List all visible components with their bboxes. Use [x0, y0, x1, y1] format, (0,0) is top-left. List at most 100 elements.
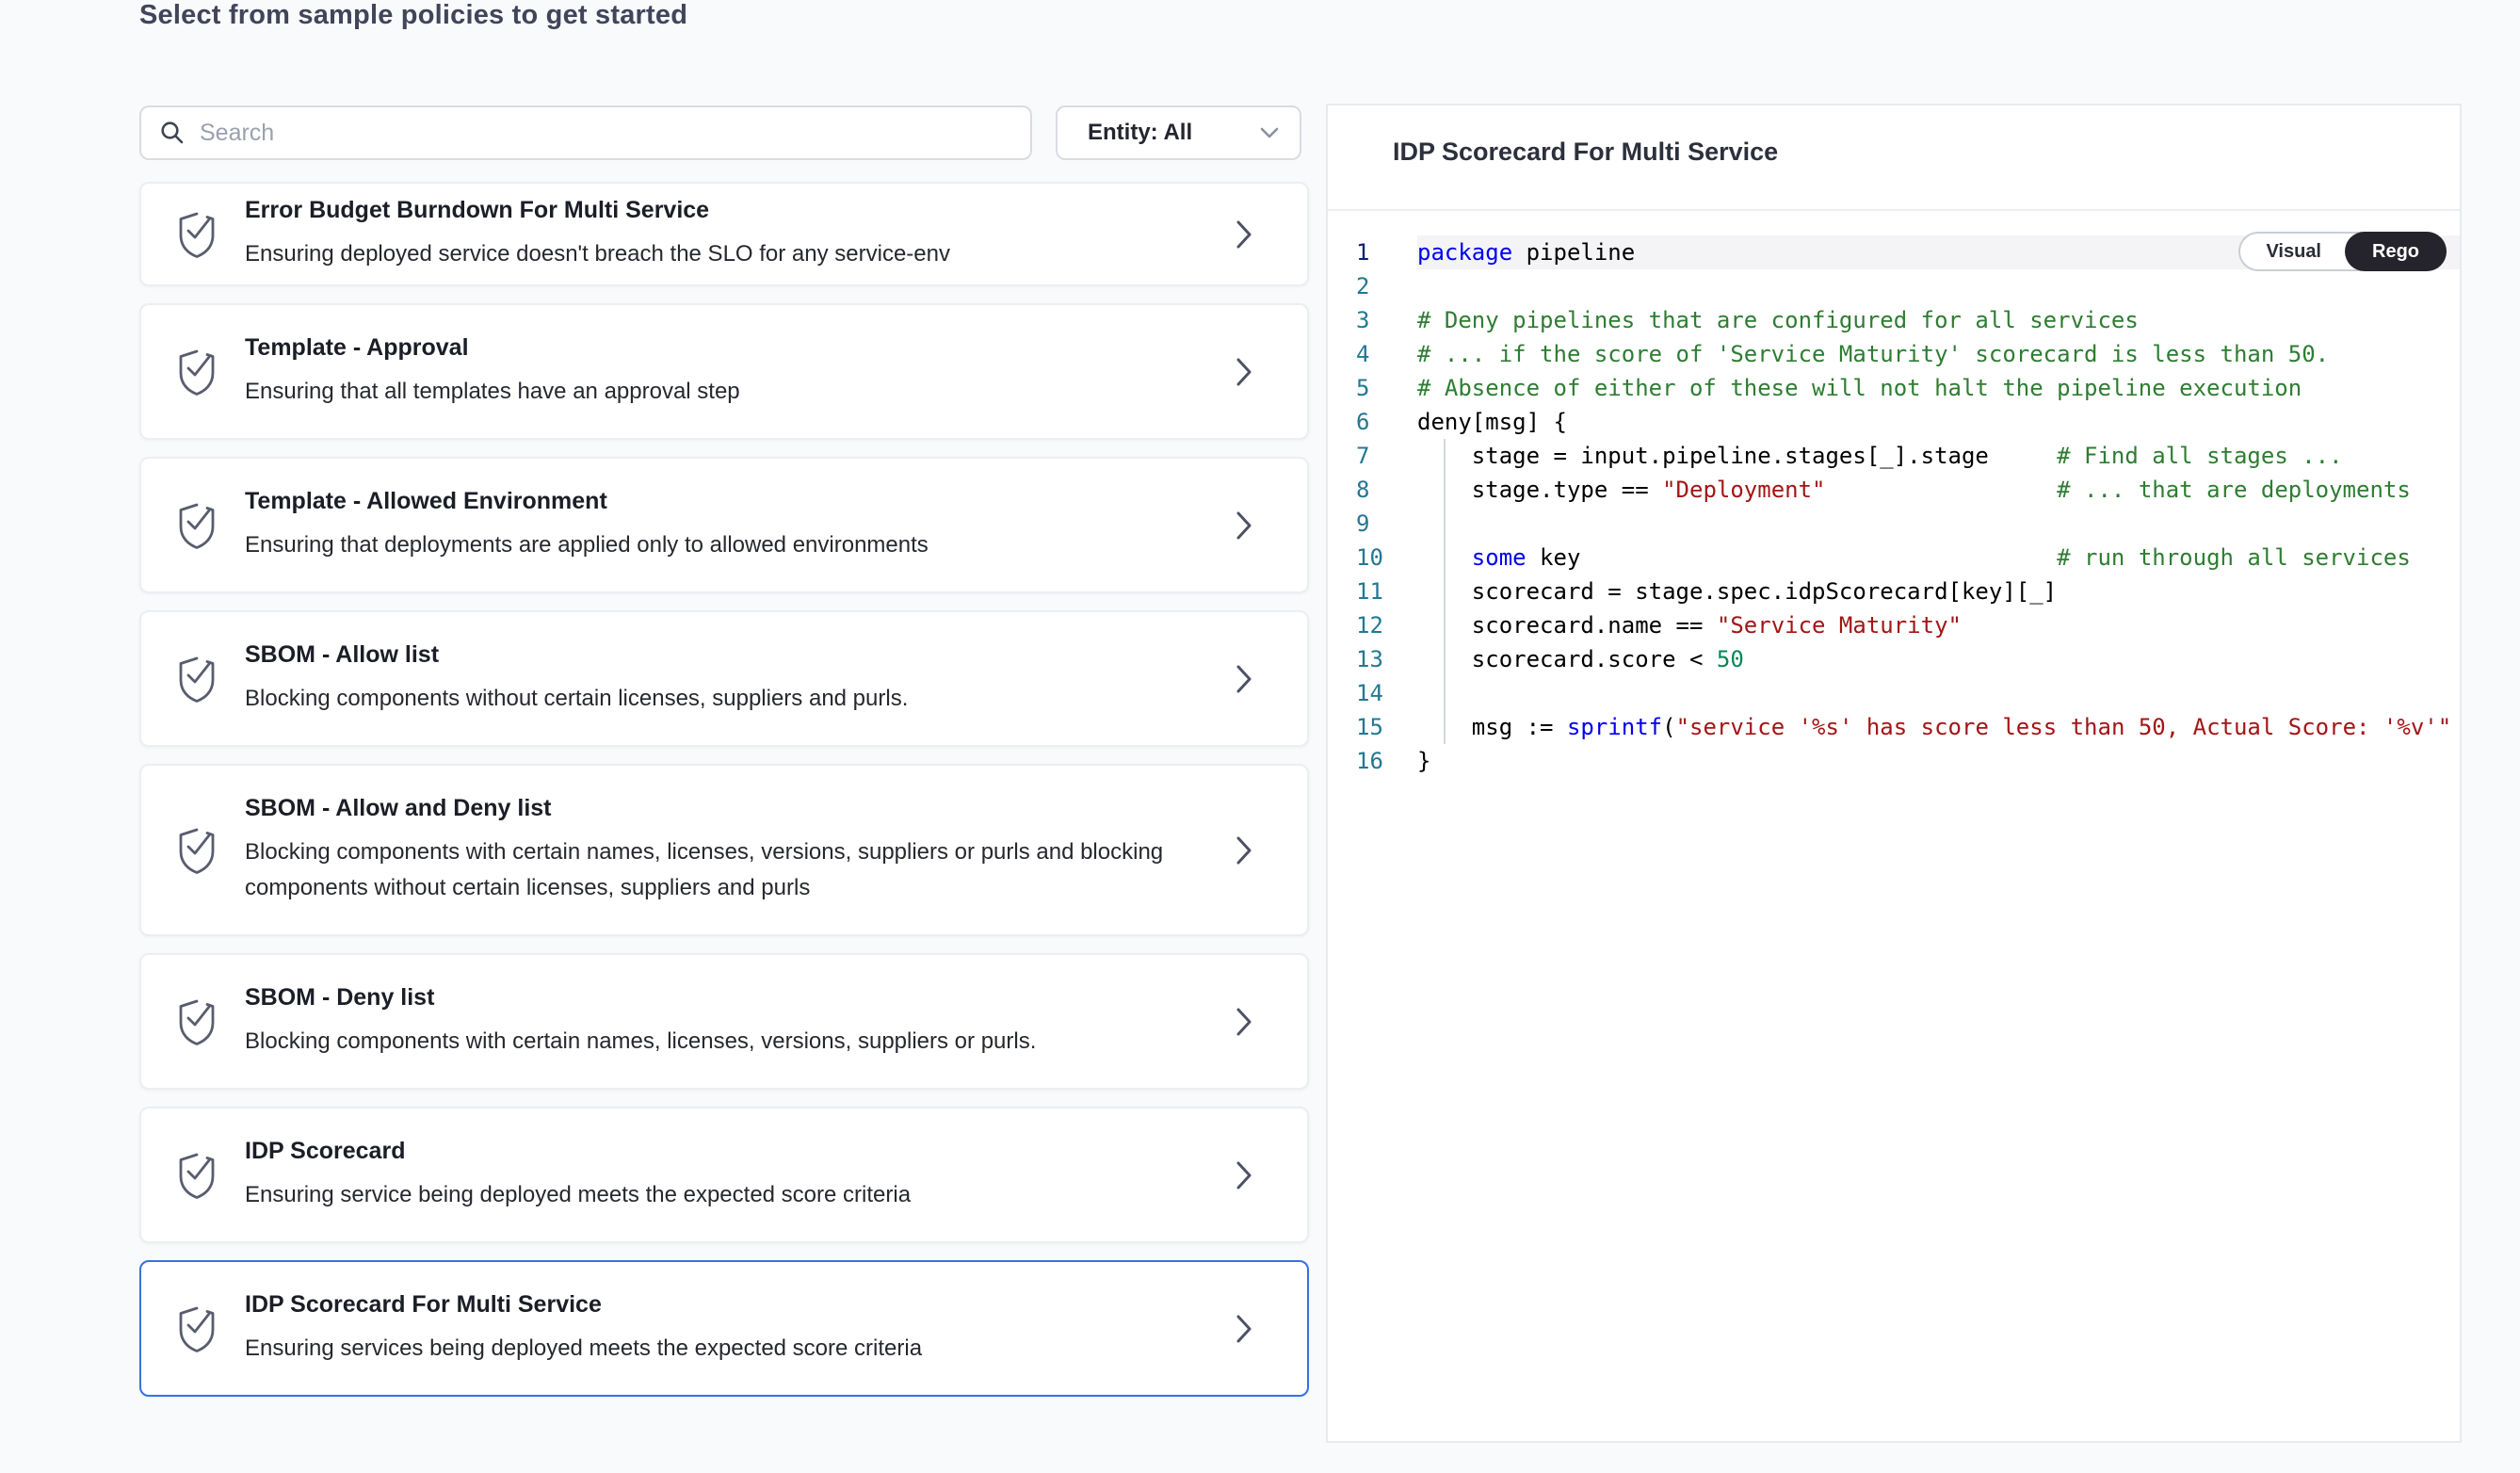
- code-line: 2: [1328, 269, 2460, 303]
- line-content: some key # run through all services: [1417, 541, 2460, 575]
- line-content: stage = input.pipeline.stages[_].stage #…: [1417, 439, 2460, 473]
- line-content: msg := sprintf("service '%s' has score l…: [1417, 710, 2460, 744]
- policy-card[interactable]: SBOM - Deny list Blocking components wit…: [139, 953, 1309, 1090]
- line-number: 5: [1328, 371, 1417, 405]
- policy-description: Blocking components with certain names, …: [245, 834, 1168, 906]
- policy-description: Blocking components without certain lice…: [245, 681, 1168, 717]
- chevron-right-icon: [1236, 220, 1252, 249]
- code-line: 8 stage.type == "Deployment" # ... that …: [1328, 473, 2460, 507]
- code-line: 15 msg := sprintf("service '%s' has scor…: [1328, 710, 2460, 744]
- policy-title: IDP Scorecard For Multi Service: [245, 1290, 1222, 1319]
- line-content: # Deny pipelines that are configured for…: [1417, 303, 2460, 337]
- line-content: [1417, 269, 2460, 303]
- line-content: scorecard.score < 50: [1417, 642, 2460, 676]
- preview-title: IDP Scorecard For Multi Service: [1393, 138, 1778, 167]
- search-input[interactable]: [198, 106, 1030, 159]
- policy-description: Ensuring that all templates have an appr…: [245, 374, 1168, 410]
- policy-card[interactable]: Error Budget Burndown For Multi Service …: [139, 182, 1309, 286]
- policy-title: SBOM - Deny list: [245, 983, 1222, 1012]
- code-line: 9: [1328, 507, 2460, 541]
- code-line: 13 scorecard.score < 50: [1328, 642, 2460, 676]
- toggle-visual-button[interactable]: Visual: [2240, 232, 2347, 271]
- policy-shield-check-icon: [175, 209, 218, 260]
- line-number: 9: [1328, 507, 1417, 541]
- policy-description: Ensuring deployed service doesn't breach…: [245, 236, 1168, 272]
- search-box[interactable]: [139, 105, 1032, 160]
- line-number: 16: [1328, 744, 1417, 778]
- policy-card[interactable]: SBOM - Allow and Deny list Blocking comp…: [139, 764, 1309, 936]
- line-number: 6: [1328, 405, 1417, 439]
- policy-description: Ensuring that deployments are applied on…: [245, 527, 1168, 563]
- line-content: [1417, 507, 2460, 541]
- code-line: 16 }: [1328, 744, 2460, 778]
- line-content: stage.type == "Deployment" # ... that ar…: [1417, 473, 2460, 507]
- chevron-right-icon: [1236, 1161, 1252, 1190]
- policy-title: Template - Allowed Environment: [245, 487, 1222, 515]
- policy-shield-check-icon: [175, 347, 218, 397]
- search-icon: [160, 121, 185, 145]
- policy-title: Error Budget Burndown For Multi Service: [245, 196, 1222, 224]
- code-line: 4 # ... if the score of 'Service Maturit…: [1328, 337, 2460, 371]
- line-content: # Absence of either of these will not ha…: [1417, 371, 2460, 405]
- code-line: 7 stage = input.pipeline.stages[_].stage…: [1328, 439, 2460, 473]
- line-number: 14: [1328, 676, 1417, 710]
- code-line: 10 some key # run through all services: [1328, 541, 2460, 575]
- policy-card[interactable]: Template - Allowed Environment Ensuring …: [139, 457, 1309, 593]
- policy-shield-check-icon: [175, 654, 218, 704]
- indent-guide: [1444, 439, 1446, 744]
- visual-rego-toggle[interactable]: Visual Rego: [2238, 232, 2447, 271]
- line-number: 15: [1328, 710, 1417, 744]
- line-number: 2: [1328, 269, 1417, 303]
- line-number: 1: [1328, 235, 1417, 269]
- chevron-right-icon: [1236, 1008, 1252, 1036]
- policy-description: Blocking components with certain names, …: [245, 1024, 1168, 1060]
- line-number: 13: [1328, 642, 1417, 676]
- policy-description: Ensuring service being deployed meets th…: [245, 1177, 1168, 1213]
- line-content: scorecard.name == "Service Maturity": [1417, 608, 2460, 642]
- chevron-right-icon: [1236, 1315, 1252, 1343]
- line-number: 11: [1328, 575, 1417, 608]
- policy-shield-check-icon: [175, 500, 218, 551]
- chevron-right-icon: [1236, 665, 1252, 693]
- line-number: 10: [1328, 541, 1417, 575]
- policy-card[interactable]: SBOM - Allow list Blocking components wi…: [139, 610, 1309, 747]
- policy-title: Template - Approval: [245, 333, 1222, 362]
- entity-filter-label: Entity: All: [1088, 120, 1260, 146]
- code-line: 14: [1328, 676, 2460, 710]
- chevron-right-icon: [1236, 358, 1252, 386]
- chevron-down-icon: [1260, 127, 1279, 139]
- line-content: # ... if the score of 'Service Maturity'…: [1417, 337, 2460, 371]
- line-content: deny[msg] {: [1417, 405, 2460, 439]
- toggle-rego-button[interactable]: Rego: [2345, 232, 2447, 271]
- code-line: 5 # Absence of either of these will not …: [1328, 371, 2460, 405]
- code-line: 6 deny[msg] {: [1328, 405, 2460, 439]
- rego-code-editor[interactable]: 1 package pipeline 2 3 # Deny pipelines …: [1328, 211, 2460, 1441]
- line-number: 3: [1328, 303, 1417, 337]
- policy-title: SBOM - Allow and Deny list: [245, 794, 1222, 822]
- line-content: [1417, 676, 2460, 710]
- policy-shield-check-icon: [175, 1303, 218, 1354]
- policy-description: Ensuring services being deployed meets t…: [245, 1331, 1168, 1367]
- line-content: scorecard = stage.spec.idpScorecard[key]…: [1417, 575, 2460, 608]
- code-line: 3 # Deny pipelines that are configured f…: [1328, 303, 2460, 337]
- policy-shield-check-icon: [175, 996, 218, 1047]
- page-title: Select from sample policies to get start…: [139, 0, 687, 34]
- line-number: 4: [1328, 337, 1417, 371]
- policy-card[interactable]: IDP Scorecard For Multi Service Ensuring…: [139, 1260, 1309, 1397]
- policy-shield-check-icon: [175, 825, 218, 876]
- policy-shield-check-icon: [175, 1150, 218, 1201]
- policy-list: Error Budget Burndown For Multi Service …: [139, 182, 1309, 1414]
- policy-card[interactable]: Template - Approval Ensuring that all te…: [139, 303, 1309, 440]
- line-number: 12: [1328, 608, 1417, 642]
- chevron-right-icon: [1236, 836, 1252, 865]
- policy-card[interactable]: IDP Scorecard Ensuring service being dep…: [139, 1107, 1309, 1243]
- chevron-right-icon: [1236, 511, 1252, 540]
- policy-title: SBOM - Allow list: [245, 640, 1222, 669]
- entity-filter-dropdown[interactable]: Entity: All: [1056, 105, 1301, 160]
- policy-preview-panel: IDP Scorecard For Multi Service 1 packag…: [1326, 104, 2462, 1443]
- sample-policies-page: Select from sample policies to get start…: [0, 0, 2520, 1473]
- code-line: 12 scorecard.name == "Service Maturity": [1328, 608, 2460, 642]
- line-number: 7: [1328, 439, 1417, 473]
- line-content: }: [1417, 744, 2460, 778]
- code-line: 11 scorecard = stage.spec.idpScorecard[k…: [1328, 575, 2460, 608]
